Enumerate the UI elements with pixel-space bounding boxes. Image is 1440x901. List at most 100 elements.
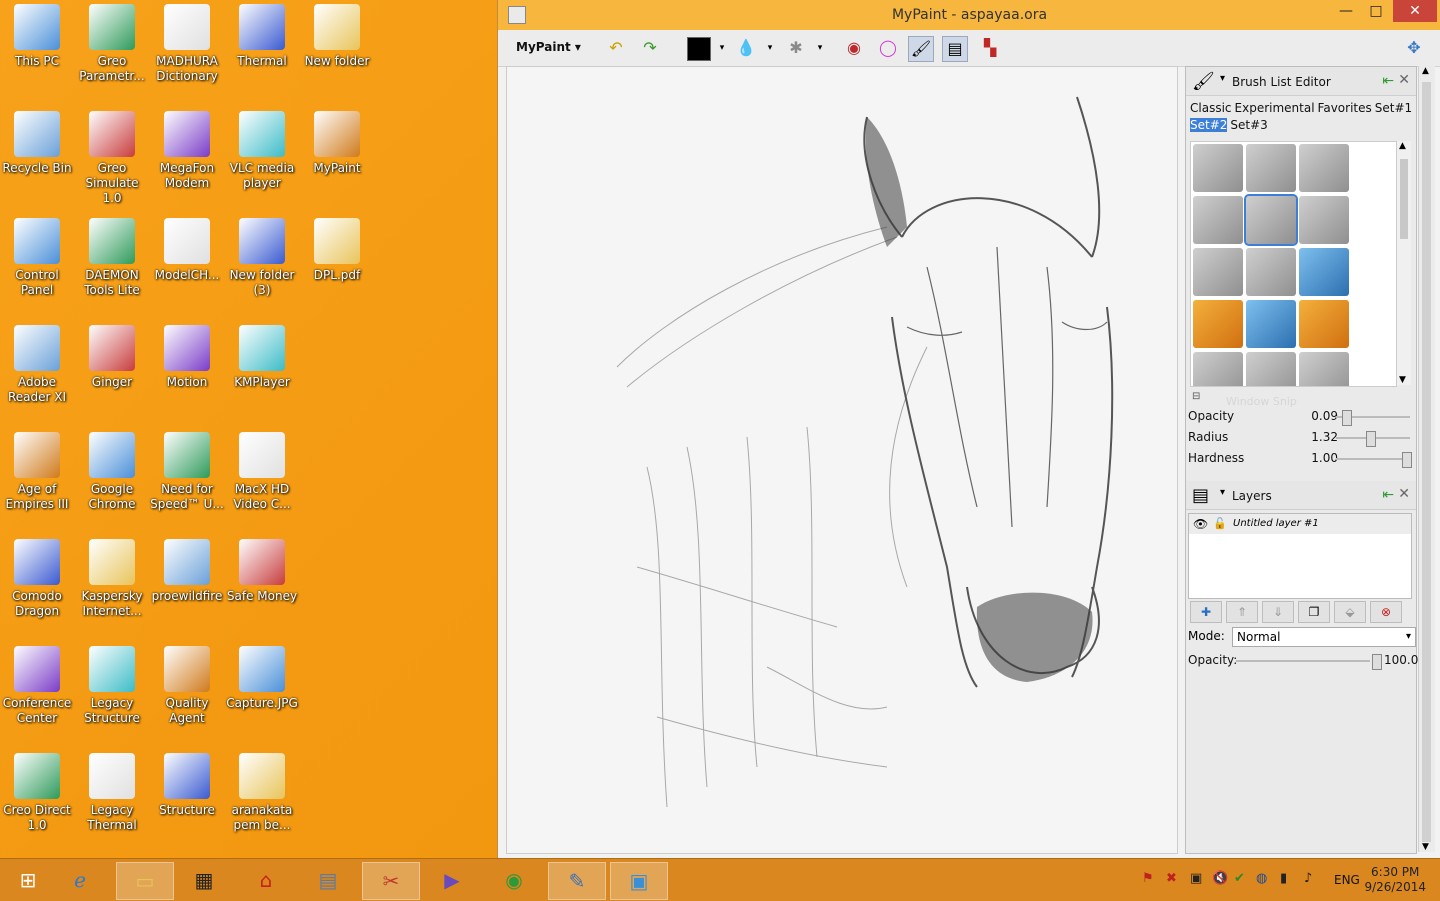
globe-icon[interactable]: ◍ <box>1256 871 1267 886</box>
desktop-icon-legacy[interactable]: Legacy Thermal <box>75 749 149 849</box>
mypaint-menu-button[interactable]: MyPaint ▾ <box>516 40 581 54</box>
adobe-reader-taskbar-icon[interactable]: ⌂ <box>238 862 294 898</box>
brush-group-set2[interactable]: Set#2 <box>1190 118 1228 132</box>
setting-knob[interactable] <box>1341 410 1352 426</box>
brush-preset[interactable] <box>1299 300 1349 348</box>
add-layer-button[interactable]: ✚ <box>1190 601 1222 623</box>
desktop-icon-greo[interactable]: Greo Simulate 1.0 <box>75 107 149 207</box>
settings-gear-icon[interactable]: ✱ <box>784 36 808 60</box>
desktop-icon-motion[interactable]: Motion <box>150 321 224 421</box>
desktop-icon-structure[interactable]: Structure <box>150 749 224 849</box>
setting-knob[interactable] <box>1365 431 1376 447</box>
layers-panel-dropdown-icon[interactable]: ▾ <box>1220 487 1225 498</box>
network-icon[interactable]: ▣ <box>1190 871 1202 886</box>
color-wheel-icon[interactable]: ◯ <box>876 36 900 60</box>
desktop-icon-control[interactable]: Control Panel <box>0 214 74 314</box>
desktop-icon-macx-hd[interactable]: MacX HD Video C... <box>225 428 299 528</box>
desktop-icon-ginger[interactable]: Ginger <box>75 321 149 421</box>
maximize-button[interactable]: □ <box>1361 0 1391 22</box>
desktop-icon-capture-jpg[interactable]: Capture.JPG <box>225 642 299 742</box>
calculator-icon[interactable]: ▤ <box>300 862 356 898</box>
eye-icon[interactable]: 👁 <box>1193 514 1208 534</box>
desktop-icon-age-of[interactable]: Age of Empires III <box>0 428 74 528</box>
start-button[interactable]: ⊞ <box>0 862 56 898</box>
desktop-icon-adobe[interactable]: Adobe Reader XI <box>0 321 74 421</box>
brush-preset[interactable] <box>1246 352 1296 386</box>
duplicate-layer-button[interactable]: ❐ <box>1298 601 1330 623</box>
layer-opacity-track[interactable] <box>1236 660 1370 662</box>
move-layer-down-button[interactable]: ⇓ <box>1262 601 1294 623</box>
dictionary-taskbar-icon[interactable]: ▦ <box>176 862 232 898</box>
brush-preset[interactable] <box>1299 248 1349 296</box>
minimize-button[interactable]: — <box>1331 0 1361 22</box>
brush-preset[interactable] <box>1193 196 1243 244</box>
close-button[interactable]: ✕ <box>1393 0 1437 22</box>
brush-panel-dropdown-icon[interactable]: ▾ <box>1220 73 1225 84</box>
drawing-canvas[interactable] <box>506 66 1178 854</box>
settings-dropdown-icon[interactable]: ▾ <box>808 36 832 60</box>
desktop-icon-kaspersky[interactable]: Kaspersky Internet... <box>75 535 149 635</box>
lock-icon[interactable]: 🔓 <box>1213 514 1227 534</box>
brush-preset[interactable] <box>1193 352 1243 386</box>
speaker-muted-icon[interactable]: 🔇 <box>1212 871 1228 886</box>
language-indicator[interactable]: ENG <box>1334 873 1360 887</box>
brush-preset[interactable] <box>1299 352 1349 386</box>
desktop-icon-madhura[interactable]: MADHURA Dictionary <box>150 0 224 100</box>
power-icon[interactable]: ▮ <box>1280 871 1287 886</box>
network-error-icon[interactable]: ✖ <box>1166 871 1177 886</box>
dock-icon[interactable]: ⇤ <box>1382 73 1394 89</box>
panel-scrollbar[interactable]: ▲ ▼ <box>1418 66 1435 852</box>
mypaint-taskbar-icon[interactable]: ✎ <box>548 862 606 900</box>
chrome-taskbar-icon[interactable]: ◉ <box>486 862 542 898</box>
brush-preset[interactable] <box>1193 144 1243 192</box>
scroll-down-icon[interactable]: ▼ <box>1422 842 1429 852</box>
layer-opacity-knob[interactable] <box>1372 654 1382 670</box>
desktop-icon-creo-direct[interactable]: Creo Direct 1.0 <box>0 749 74 849</box>
brush-group-experimental[interactable]: Experimental <box>1235 101 1315 115</box>
brush-group-classic[interactable]: Classic <box>1190 101 1232 115</box>
brush-preset[interactable] <box>1193 300 1243 348</box>
scroll-up-icon[interactable]: ▲ <box>1422 66 1429 76</box>
color-swatch-button[interactable] <box>686 36 711 61</box>
desktop-icon-new-folder[interactable]: New folder <box>300 0 374 100</box>
snipping-tool-icon[interactable]: ✂ <box>362 862 420 900</box>
brush-preset[interactable] <box>1246 300 1296 348</box>
redo-button[interactable]: ↷ <box>638 36 662 60</box>
color-triangle-icon[interactable]: ◉ <box>842 36 866 60</box>
close-icon[interactable]: ✕ <box>1398 486 1410 502</box>
brush-preset[interactable] <box>1299 144 1349 192</box>
brush-tool-icon[interactable]: 🖌 <box>908 36 934 62</box>
move-layer-up-button[interactable]: ⇑ <box>1226 601 1258 623</box>
brush-selector-icon[interactable]: 💧 <box>734 36 758 60</box>
setting-knob[interactable] <box>1402 452 1412 468</box>
desktop-icon-need-for[interactable]: Need for Speed™ U... <box>150 428 224 528</box>
brush-preset[interactable] <box>1244 194 1298 246</box>
desktop-icon-greo[interactable]: Greo Parametr... <box>75 0 149 100</box>
desktop-icon-thermal[interactable]: Thermal <box>225 0 299 100</box>
scroll-up-icon[interactable]: ▲ <box>1399 141 1406 151</box>
mode-select[interactable]: Normal ▾ <box>1232 627 1416 647</box>
brush-preset[interactable] <box>1193 248 1243 296</box>
photos-taskbar-icon[interactable]: ▣ <box>610 862 668 900</box>
title-bar[interactable]: MyPaint - aspayaa.ora — □ ✕ <box>498 0 1440 30</box>
desktop-icon-new-folder[interactable]: New folder (3) <box>225 214 299 314</box>
desktop-icon-safe-money[interactable]: Safe Money <box>225 535 299 635</box>
desktop-icon-aranakata[interactable]: aranakata pem be... <box>225 749 299 849</box>
flag-icon[interactable]: ⚑ <box>1142 871 1154 886</box>
close-icon[interactable]: ✕ <box>1398 72 1410 88</box>
kmplayer-taskbar-icon[interactable]: ▶ <box>424 862 480 898</box>
layers-tool-icon[interactable]: ▤ <box>942 36 968 62</box>
security-icon[interactable]: ✔ <box>1234 871 1245 886</box>
brush-group-set1[interactable]: Set#1 <box>1375 101 1412 115</box>
file-explorer-icon[interactable]: ▭ <box>116 862 174 900</box>
brush-preset[interactable] <box>1246 144 1296 192</box>
scroll-thumb[interactable] <box>1422 82 1431 842</box>
volume-icon[interactable]: ♪ <box>1304 871 1312 886</box>
desktop-icon-modelch[interactable]: ModelCH... <box>150 214 224 314</box>
desktop-icon-quality[interactable]: Quality Agent <box>150 642 224 742</box>
desktop-icon-mypaint[interactable]: MyPaint <box>300 107 374 207</box>
scroll-thumb[interactable] <box>1400 159 1408 239</box>
desktop-icon-daemon[interactable]: DAEMON Tools Lite <box>75 214 149 314</box>
desktop-icon-google[interactable]: Google Chrome <box>75 428 149 528</box>
undo-button[interactable]: ↶ <box>604 36 628 60</box>
